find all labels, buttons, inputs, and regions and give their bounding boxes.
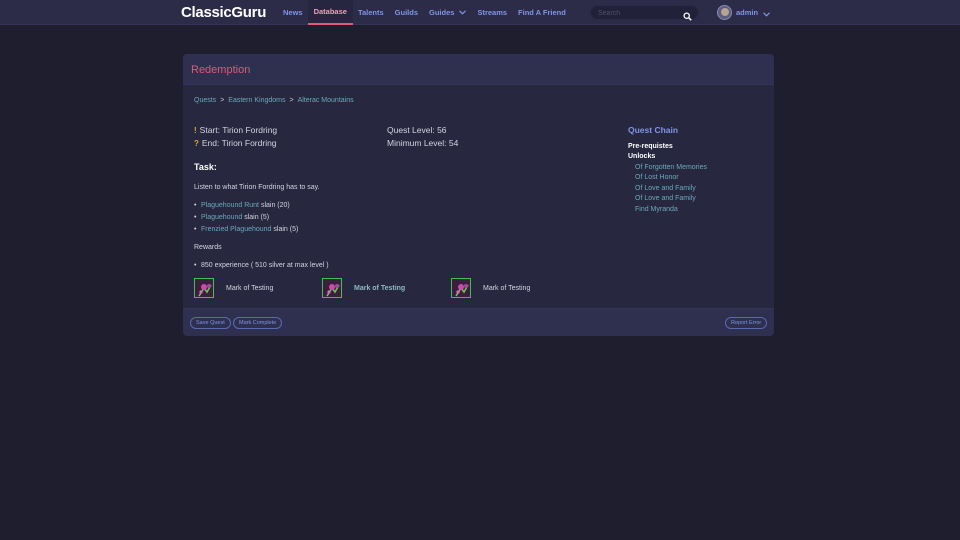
- reward-item[interactable]: Mark of Testing: [194, 278, 273, 298]
- quest-start: ! Start: Tirion Fordring: [194, 125, 277, 135]
- reward-item[interactable]: Mark of Testing: [322, 278, 405, 298]
- chain-link[interactable]: Find Myranda: [635, 206, 678, 213]
- quest-level: Quest Level: 56: [387, 125, 447, 135]
- panel-header: [183, 54, 774, 85]
- nav-guides[interactable]: Guides: [429, 0, 467, 25]
- page-title: Redemption: [191, 64, 251, 76]
- chevron-down-icon: [459, 0, 467, 25]
- mark-complete-button[interactable]: Mark Complete: [233, 317, 283, 329]
- search-box: [590, 5, 699, 21]
- main-nav: News Database Talents Guilds Guides Stre…: [283, 0, 577, 25]
- question-mark-icon: ?: [194, 139, 199, 148]
- breadcrumb-quests[interactable]: Quests: [194, 97, 216, 104]
- nav-database[interactable]: Database: [307, 0, 353, 25]
- panel-footer: Save Quest Mark Complete Report Error: [183, 308, 774, 336]
- prerequisites-label: Pre-requistes: [628, 143, 673, 150]
- nav-guilds[interactable]: Guilds: [395, 0, 418, 25]
- objective-link[interactable]: Frenzied Plaguehound: [201, 226, 271, 233]
- quest-panel: Redemption Quests > Eastern Kingdoms > A…: [183, 54, 774, 336]
- objective-item: Plaguehound Runt slain (20): [194, 202, 290, 209]
- flower-item-icon: [194, 278, 214, 298]
- flower-item-icon: [322, 278, 342, 298]
- user-menu[interactable]: admin: [717, 4, 771, 22]
- objective-item: Plaguehound slain (5): [194, 214, 270, 221]
- objective-link[interactable]: Plaguehound Runt: [201, 202, 259, 209]
- objective-count: slain (5): [273, 226, 299, 233]
- nav-streams[interactable]: Streams: [477, 0, 507, 25]
- chain-link[interactable]: Of Love and Family: [635, 195, 696, 202]
- quest-start-text: Start: Tirion Fordring: [199, 125, 278, 135]
- exclamation-icon: !: [194, 126, 197, 135]
- breadcrumb-separator: >: [289, 97, 294, 104]
- breadcrumb-alterac-mountains[interactable]: Alterac Mountains: [298, 97, 354, 104]
- quest-end: ? End: Tirion Fordring: [194, 138, 277, 148]
- search-icon[interactable]: [683, 8, 692, 26]
- chain-link[interactable]: Of Forgotten Memories: [635, 164, 707, 171]
- user-name: admin: [736, 8, 759, 17]
- breadcrumb-separator: >: [220, 97, 225, 104]
- quest-chain-title: Quest Chain: [628, 125, 679, 135]
- minimum-level: Minimum Level: 54: [387, 138, 459, 148]
- objective-item: Frenzied Plaguehound slain (5): [194, 226, 299, 233]
- top-navbar: ClassicGuru News Database Talents Guilds…: [0, 0, 960, 25]
- breadcrumb: Quests > Eastern Kingdoms > Alterac Moun…: [194, 97, 354, 104]
- breadcrumb-eastern-kingdoms[interactable]: Eastern Kingdoms: [228, 97, 285, 104]
- quest-end-text: End: Tirion Fordring: [201, 138, 277, 148]
- objective-count: slain (20): [260, 202, 290, 209]
- flower-item-icon: [451, 278, 471, 298]
- nav-find-a-friend[interactable]: Find A Friend: [518, 0, 566, 25]
- search-input[interactable]: [598, 8, 678, 18]
- reward-item-label: Mark of Testing: [354, 284, 406, 292]
- reward-item-label: Mark of Testing: [483, 284, 531, 292]
- save-quest-button[interactable]: Save Quest: [190, 317, 231, 329]
- chevron-down-icon: [763, 4, 771, 22]
- reward-item[interactable]: Mark of Testing: [451, 278, 530, 298]
- avatar: [717, 5, 732, 20]
- unlocks-label: Unlocks: [628, 153, 656, 160]
- report-error-button[interactable]: Report Error: [725, 317, 768, 329]
- nav-news[interactable]: News: [283, 0, 303, 25]
- chain-link[interactable]: Of Love and Family: [635, 185, 696, 192]
- task-description: Listen to what Tirion Fordring has to sa…: [194, 184, 320, 191]
- reward-item-label: Mark of Testing: [226, 284, 274, 292]
- chain-link[interactable]: Of Lost Honor: [635, 174, 679, 181]
- task-heading: Task:: [194, 162, 217, 172]
- site-logo[interactable]: ClassicGuru: [181, 4, 266, 21]
- rewards-label: Rewards: [194, 244, 222, 251]
- objective-link[interactable]: Plaguehound: [201, 214, 242, 221]
- nav-talents[interactable]: Talents: [358, 0, 384, 25]
- objective-count: slain (5): [244, 214, 270, 221]
- reward-experience: 850 experience ( 510 silver at max level…: [194, 262, 329, 269]
- nav-guides-label: Guides: [429, 8, 455, 17]
